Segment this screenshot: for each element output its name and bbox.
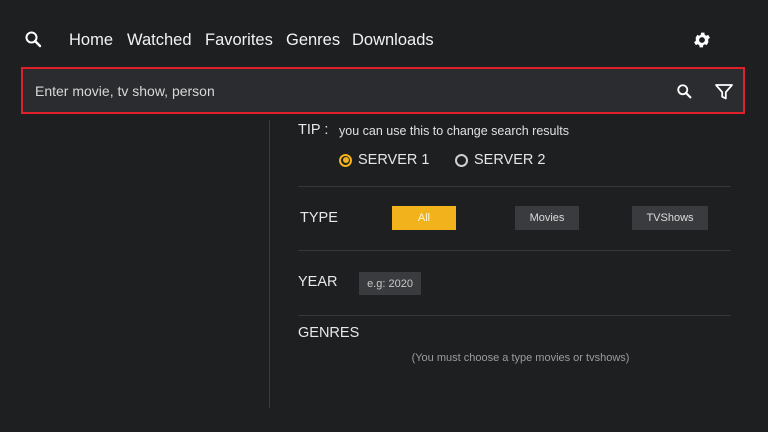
- nav-genres[interactable]: Genres: [286, 30, 340, 50]
- divider: [298, 186, 731, 187]
- year-input[interactable]: e.g: 2020: [359, 272, 421, 295]
- filter-icon[interactable]: [714, 82, 734, 102]
- server-2-radio[interactable]: SERVER 2: [455, 152, 545, 168]
- nav-downloads[interactable]: Downloads: [352, 30, 434, 50]
- server-2-label: SERVER 2: [474, 152, 546, 168]
- type-tvshows-button[interactable]: TVShows: [632, 206, 708, 230]
- type-all-button[interactable]: All: [392, 206, 456, 230]
- panel-divider: [269, 120, 270, 408]
- genres-label: GENRES: [298, 325, 360, 341]
- radio-selected-icon: [339, 153, 352, 167]
- type-movies-button[interactable]: Movies: [515, 206, 579, 230]
- tip-label: TIP :: [298, 122, 329, 138]
- divider: [298, 315, 731, 316]
- tip-text: you can use this to change search result…: [339, 124, 569, 138]
- search-submit-icon[interactable]: [676, 83, 694, 101]
- nav-search-icon[interactable]: [24, 30, 44, 50]
- genres-note: (You must choose a type movies or tvshow…: [411, 352, 630, 364]
- nav-favorites[interactable]: Favorites: [205, 30, 273, 50]
- search-input[interactable]: [35, 78, 595, 104]
- divider: [298, 250, 731, 251]
- gear-icon[interactable]: [692, 30, 712, 50]
- radio-unselected-icon: [455, 153, 468, 167]
- server-1-label: SERVER 1: [358, 152, 430, 168]
- search-bar: [21, 67, 745, 114]
- nav-watched[interactable]: Watched: [127, 30, 192, 50]
- nav-home[interactable]: Home: [69, 30, 113, 50]
- type-label: TYPE: [300, 210, 338, 226]
- year-label: YEAR: [298, 274, 338, 290]
- server-1-radio[interactable]: SERVER 1: [339, 152, 429, 168]
